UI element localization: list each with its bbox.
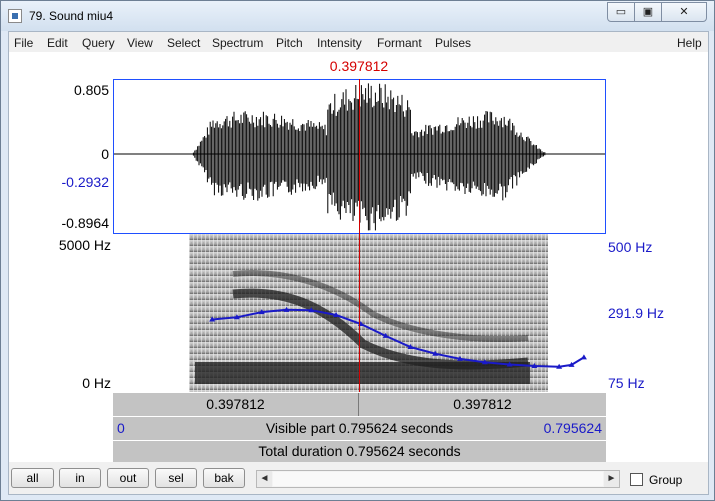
left-segment-duration[interactable]: 0.397812 <box>113 396 358 412</box>
amplitude-zero-label: 0 <box>101 146 109 162</box>
menu-bar: File Edit Query View Select Spectrum Pit… <box>9 32 708 52</box>
total-duration-label: Total duration 0.795624 seconds <box>258 443 461 459</box>
window-title: 79. Sound miu4 <box>29 9 114 23</box>
group-checkbox[interactable] <box>630 473 643 486</box>
right-segment-duration[interactable]: 0.397812 <box>359 396 606 412</box>
menu-intensity[interactable]: Intensity <box>317 36 362 50</box>
pitch-bottom-label: 75 Hz <box>608 375 645 391</box>
menu-view[interactable]: View <box>127 36 153 50</box>
total-duration-bar[interactable]: Total duration 0.795624 seconds <box>113 440 606 462</box>
cursor-line <box>359 79 360 392</box>
zoom-in-button[interactable]: in <box>59 468 101 488</box>
pitch-point <box>580 354 587 360</box>
maximize-button[interactable]: ▣ <box>634 2 662 22</box>
spectrogram-bottom-frequency-label: 0 Hz <box>82 375 111 391</box>
minimize-button[interactable]: ▭ <box>607 2 635 22</box>
amplitude-max-label: 0.805 <box>73 82 109 98</box>
group-label: Group <box>649 473 683 487</box>
title-bar[interactable]: 79. Sound miu4 ▭ ▣ ✕ <box>1 1 714 31</box>
bottom-toolbar: all in out sel bak ◄ ► Group <box>9 464 708 494</box>
time-scrollbar[interactable]: ◄ ► <box>256 470 620 488</box>
praat-sound-window: 79. Sound miu4 ▭ ▣ ✕ File Edit Query Vie… <box>0 0 715 501</box>
menu-help[interactable]: Help <box>677 36 702 50</box>
menu-pulses[interactable]: Pulses <box>435 36 471 50</box>
selection-time-bar[interactable]: 0.397812 0.397812 <box>113 392 606 417</box>
pitch-cursor-label: 291.9 Hz <box>608 305 665 321</box>
editor-client-area: File Edit Query View Select Spectrum Pit… <box>8 31 709 495</box>
visible-end-time: 0.795624 <box>543 420 602 436</box>
menu-spectrum[interactable]: Spectrum <box>212 36 263 50</box>
menu-formant[interactable]: Formant <box>377 36 422 50</box>
menu-query[interactable]: Query <box>82 36 115 50</box>
menu-select[interactable]: Select <box>167 36 200 50</box>
waveform-signal <box>192 83 546 231</box>
menu-file[interactable]: File <box>14 36 33 50</box>
analysis-canvas[interactable]: 0.397812 0.805 0 -0.2932 -0.8964 5000 Hz… <box>9 52 708 462</box>
close-icon: ✕ <box>679 6 689 18</box>
scroll-right-icon[interactable]: ► <box>604 471 619 487</box>
app-icon <box>8 9 22 23</box>
zoom-back-button[interactable]: bak <box>203 468 245 488</box>
visible-part-bar[interactable]: 0 Visible part 0.795624 seconds 0.795624 <box>113 416 606 440</box>
amplitude-min-label: -0.8964 <box>61 215 109 231</box>
scroll-thumb[interactable] <box>273 472 603 486</box>
low-frequency-energy <box>195 362 530 384</box>
cursor-time-label: 0.397812 <box>329 58 389 74</box>
zoom-selection-button[interactable]: sel <box>155 468 197 488</box>
close-button[interactable]: ✕ <box>661 2 707 22</box>
amplitude-cursor-label: -0.2932 <box>61 174 109 190</box>
scroll-left-icon[interactable]: ◄ <box>257 471 272 487</box>
menu-edit[interactable]: Edit <box>47 36 68 50</box>
minimize-icon: ▭ <box>615 6 627 18</box>
visible-part-label: Visible part 0.795624 seconds <box>265 420 454 436</box>
zoom-out-button[interactable]: out <box>107 468 149 488</box>
zoom-all-button[interactable]: all <box>11 468 54 488</box>
menu-pitch[interactable]: Pitch <box>276 36 303 50</box>
pitch-top-label: 500 Hz <box>608 239 653 255</box>
maximize-icon: ▣ <box>642 6 654 18</box>
spectrogram-top-frequency-label: 5000 Hz <box>58 237 111 253</box>
